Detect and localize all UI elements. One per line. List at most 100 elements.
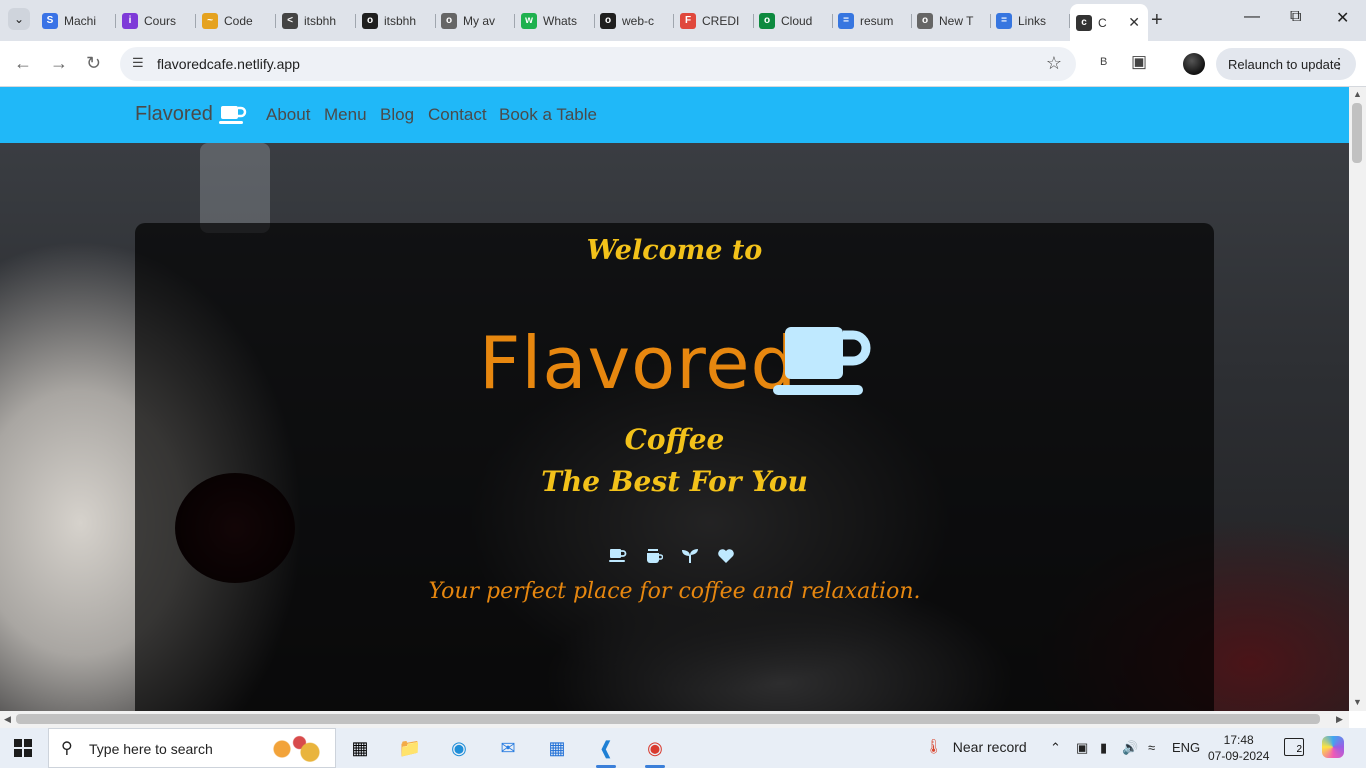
horizontal-scroll-thumb[interactable] — [16, 714, 1320, 724]
tab-title: My av — [463, 13, 496, 28]
relaunch-label: Relaunch to update — [1228, 56, 1341, 72]
url-text[interactable]: flavoredcafe.netlify.app — [157, 56, 300, 72]
system-clock[interactable]: 17:48 07-09-2024 — [1208, 732, 1269, 764]
coffee-pot-icon — [645, 547, 663, 565]
file-explorer-icon[interactable]: 📁 — [396, 734, 424, 762]
language-indicator[interactable]: ENG — [1172, 740, 1200, 755]
new-tab-button[interactable]: + — [1151, 9, 1163, 32]
tab-separator — [275, 14, 276, 28]
page-viewport: Flavored About Menu Blog Contact Book a … — [0, 87, 1349, 711]
site-navbar: Flavored About Menu Blog Contact Book a … — [0, 87, 1349, 143]
restore-icon: ⧉ — [1290, 8, 1302, 25]
tab-title: C — [1098, 15, 1107, 30]
extensions-puzzle-icon[interactable]: ▣ — [1131, 52, 1147, 72]
site-brand-link[interactable]: Flavored — [135, 103, 247, 126]
relaunch-to-update-button[interactable]: Relaunch to update ⋮ — [1216, 48, 1356, 80]
back-button[interactable]: ← — [14, 53, 32, 74]
nav-book-a-table-link[interactable]: Book a Table — [499, 105, 597, 125]
tab-close-icon[interactable]: ✕ — [1128, 14, 1140, 31]
hero-card: Welcome to Flavored Coffee The Best For … — [135, 223, 1214, 711]
windows-taskbar: ⚲ Type here to search ▦ 📁 ◉ ✉ ▦ ❰ ◉ 🌡 Ne… — [0, 728, 1366, 768]
taskbar-search-placeholder: Type here to search — [89, 741, 213, 757]
windows-logo-pane — [24, 749, 32, 757]
vertical-scroll-thumb[interactable] — [1352, 103, 1362, 163]
tab-title: Cloud — [781, 13, 813, 28]
scroll-left-arrow-icon[interactable]: ◀ — [4, 714, 11, 725]
browser-tab[interactable]: i Cours — [122, 6, 196, 35]
bookmark-star-icon[interactable]: ☆ — [1046, 53, 1062, 74]
thermometer-icon: 🌡 — [925, 738, 943, 754]
browser-tab[interactable]: = resum — [838, 6, 912, 35]
minimize-button[interactable]: — — [1244, 8, 1260, 26]
browser-tab[interactable]: o My av — [441, 6, 515, 35]
tab-separator — [911, 14, 912, 28]
chrome-icon[interactable]: ◉ — [641, 734, 669, 768]
tab-favicon-icon: F — [680, 12, 696, 29]
show-hidden-icons-chevron-icon[interactable]: ⌃ — [1050, 740, 1061, 756]
address-bar[interactable]: ☰ flavoredcafe.netlify.app ☆ — [120, 47, 1076, 81]
tab-separator — [832, 14, 833, 28]
scroll-down-arrow-icon[interactable]: ▼ — [1353, 697, 1362, 707]
notification-center-icon[interactable]: 2 — [1284, 738, 1304, 756]
nav-blog-link[interactable]: Blog — [380, 105, 414, 125]
forward-button[interactable]: → — [50, 53, 68, 74]
scroll-right-arrow-icon[interactable]: ▶ — [1336, 714, 1343, 725]
task-view-icon[interactable]: ▦ — [346, 734, 374, 762]
browser-tab[interactable]: c C ✕ — [1070, 4, 1148, 41]
extension-badge[interactable]: B — [1100, 56, 1107, 68]
tab-favicon-icon: i — [122, 12, 138, 29]
copilot-icon[interactable] — [1322, 736, 1344, 758]
restore-button[interactable]: ⧉ — [1290, 8, 1301, 26]
background-glass — [200, 143, 270, 233]
browser-tab[interactable]: o Cloud — [759, 6, 833, 35]
mail-icon[interactable]: ✉ — [494, 734, 522, 762]
chevron-down-icon: ⌄ — [13, 12, 25, 26]
weather-text: Near record — [952, 738, 1027, 755]
close-window-button[interactable]: ✕ — [1336, 8, 1349, 28]
nav-about-link[interactable]: About — [266, 105, 310, 125]
microsoft-store-icon[interactable]: ▦ — [543, 734, 571, 762]
taskbar-search-box[interactable]: ⚲ Type here to search — [48, 728, 336, 768]
tab-favicon-icon: o — [441, 12, 457, 29]
browser-tab[interactable]: w Whats — [521, 6, 595, 35]
tab-favicon-icon: o — [759, 12, 775, 29]
browser-tab[interactable]: S Machi — [42, 6, 116, 35]
reload-button[interactable]: ↻ — [86, 53, 101, 74]
tab-favicon-icon: o — [600, 12, 616, 29]
vscode-icon[interactable]: ❰ — [592, 734, 620, 768]
volume-icon[interactable]: 🔊 — [1122, 740, 1138, 756]
browser-tab[interactable]: o New T — [917, 6, 991, 35]
vertical-scrollbar[interactable]: ▲ ▼ — [1349, 87, 1366, 711]
windows-logo-pane — [14, 749, 22, 757]
tab-title: New T — [939, 13, 974, 28]
nav-menu-link[interactable]: Menu — [324, 105, 367, 125]
tab-search-button[interactable]: ⌄ — [8, 8, 30, 30]
browser-tab[interactable]: o web-c — [600, 6, 674, 35]
tab-favicon-icon: S — [42, 12, 58, 29]
browser-tab[interactable]: = Links — [996, 6, 1070, 35]
hero-background: Welcome to Flavored Coffee The Best For … — [0, 143, 1349, 711]
nav-contact-link[interactable]: Contact — [428, 105, 487, 125]
browser-tab[interactable]: < itsbhh — [282, 6, 356, 35]
tab-separator — [115, 14, 116, 28]
edge-browser-icon[interactable]: ◉ — [445, 734, 473, 762]
browser-tab[interactable]: ~ Code — [202, 6, 276, 35]
scroll-up-arrow-icon[interactable]: ▲ — [1353, 89, 1362, 99]
weather-widget[interactable]: 🌡 Near record — [925, 738, 1027, 755]
windows-logo-icon — [14, 739, 22, 747]
wifi-icon[interactable]: ≈ — [1148, 740, 1155, 755]
windows-logo-pane — [24, 739, 32, 747]
meet-now-icon[interactable]: ▣ — [1076, 740, 1088, 756]
search-highlight-illustration — [261, 733, 331, 765]
tab-favicon-icon: w — [521, 12, 537, 29]
hero-feature-icons — [609, 547, 735, 565]
horizontal-scrollbar[interactable]: ◀ ▶ — [0, 711, 1349, 728]
browser-tab[interactable]: o itsbhh — [362, 6, 436, 35]
profile-avatar[interactable] — [1183, 53, 1205, 75]
kebab-menu-icon[interactable]: ⋮ — [1332, 55, 1346, 72]
browser-tab[interactable]: F CREDI — [680, 6, 754, 35]
windows-start-button[interactable] — [14, 739, 32, 757]
tab-favicon-icon: o — [362, 12, 378, 29]
site-info-icon[interactable]: ☰ — [132, 55, 144, 71]
battery-icon[interactable]: ▮ — [1100, 740, 1107, 756]
